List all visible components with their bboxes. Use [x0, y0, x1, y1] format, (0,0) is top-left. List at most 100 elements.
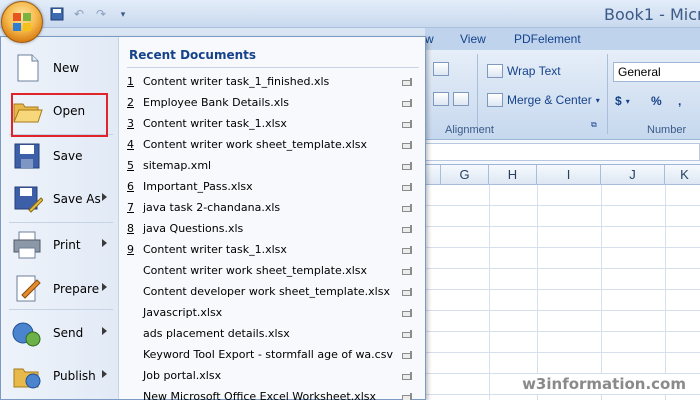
recent-document-item[interactable]: 6 Important_Pass.xlsx: [127, 176, 419, 197]
wrap-text-button[interactable]: Wrap Text: [487, 64, 561, 78]
pin-icon[interactable]: [401, 140, 415, 150]
submenu-arrow-icon: [102, 327, 107, 335]
prepare-label: Prepare: [53, 282, 100, 296]
publish-icon: [11, 360, 43, 392]
pin-icon[interactable]: [401, 329, 415, 339]
save-label: Save: [53, 149, 83, 163]
recent-document-item[interactable]: 2 Employee Bank Details.xls: [127, 92, 419, 113]
recent-document-number: 8: [127, 222, 134, 235]
tab-pdfelement[interactable]: PDFelement: [514, 32, 581, 46]
worksheet-grid[interactable]: G H I J K: [425, 165, 700, 400]
indent-buttons[interactable]: [433, 92, 469, 106]
comma-button[interactable]: ,: [678, 94, 681, 108]
menu-item-publish[interactable]: Publish: [5, 355, 117, 397]
pin-icon[interactable]: [401, 245, 415, 255]
column-header-g[interactable]: G: [441, 165, 489, 185]
column-header-k[interactable]: K: [665, 165, 700, 185]
wrap-text-icon: [487, 64, 503, 78]
pin-icon[interactable]: [401, 77, 415, 87]
menu-item-print[interactable]: Print: [5, 224, 117, 266]
watermark: w3information.com: [516, 374, 692, 394]
recent-document-item[interactable]: 7 java task 2-chandana.xls: [127, 197, 419, 218]
pin-icon[interactable]: [401, 182, 415, 192]
pin-icon[interactable]: [401, 371, 415, 381]
grid-row: [425, 185, 700, 206]
recent-documents-title: Recent Documents: [129, 48, 257, 62]
recent-document-item[interactable]: 8 java Questions.xls: [127, 218, 419, 239]
currency-button[interactable]: $ ▾: [615, 94, 630, 108]
pin-icon[interactable]: [401, 98, 415, 108]
menu-item-send[interactable]: Send: [5, 312, 117, 354]
menu-divider: [9, 309, 113, 310]
pin-icon[interactable]: [401, 392, 415, 400]
menu-divider: [9, 222, 113, 223]
pin-icon[interactable]: [401, 350, 415, 360]
recent-document-item[interactable]: 1 Content writer task_1_finished.xls: [127, 71, 419, 92]
comma-label: ,: [678, 94, 682, 108]
number-format-select[interactable]: General: [613, 62, 700, 82]
recent-document-item[interactable]: 9 Content writer task_1.xlsx: [127, 239, 419, 260]
office-logo-icon: [13, 13, 31, 31]
recent-document-name: Content writer work sheet_template.xlsx: [143, 264, 368, 277]
divider: [477, 54, 478, 134]
pin-icon[interactable]: [401, 287, 415, 297]
save-as-icon: [11, 183, 44, 215]
column-header[interactable]: [425, 165, 441, 185]
grid-row: [425, 269, 700, 290]
grid-row: [425, 290, 700, 311]
undo-icon[interactable]: ↶: [70, 5, 88, 23]
chevron-down-icon: ▾: [625, 96, 630, 106]
pin-icon[interactable]: [401, 224, 415, 234]
recent-document-item[interactable]: 4 Content writer work sheet_template.xlsx: [127, 134, 419, 155]
grid-row: [425, 332, 700, 353]
recent-document-item[interactable]: 3 Content writer task_1.xlsx: [127, 113, 419, 134]
office-menu: New Open Save Save As Print Prepare Send…: [0, 36, 426, 400]
column-header-j[interactable]: J: [601, 165, 665, 185]
recent-document-name: java task 2-chandana.xls: [143, 201, 281, 214]
pin-icon[interactable]: [401, 119, 415, 129]
recent-documents-pane: Recent Documents 1 Content writer task_1_…: [119, 37, 425, 400]
column-header-i[interactable]: I: [537, 165, 601, 185]
currency-label: $: [615, 94, 622, 108]
formula-input[interactable]: [425, 143, 700, 161]
recent-document-name: Job portal.xlsx: [143, 369, 222, 382]
recent-document-number: 7: [127, 201, 134, 214]
orientation-button[interactable]: [433, 62, 449, 76]
recent-document-number: 4: [127, 138, 134, 151]
menu-item-save-as[interactable]: Save As: [5, 178, 117, 220]
recent-document-item[interactable]: Job portal.xlsx: [127, 365, 419, 386]
recent-document-item[interactable]: Content developer work sheet_template.xl…: [127, 281, 419, 302]
pin-icon[interactable]: [401, 161, 415, 171]
menu-item-prepare[interactable]: Prepare: [5, 268, 117, 310]
grid-col: [489, 185, 490, 400]
recent-document-item[interactable]: Content writer work sheet_template.xlsx: [127, 260, 419, 281]
recent-document-item[interactable]: 5 sitemap.xml: [127, 155, 419, 176]
column-header-h[interactable]: H: [489, 165, 537, 185]
tab-view[interactable]: View: [460, 32, 486, 46]
menu-item-new[interactable]: New: [5, 47, 117, 89]
percent-button[interactable]: %: [651, 94, 662, 108]
recent-document-item[interactable]: Keyword Tool Export - stormfall age of w…: [127, 344, 419, 365]
send-label: Send: [53, 326, 84, 340]
pin-icon[interactable]: [401, 266, 415, 276]
recent-document-item[interactable]: Javascript.xlsx: [127, 302, 419, 323]
print-label: Print: [53, 238, 81, 252]
percent-label: %: [651, 94, 662, 108]
customize-qat-icon[interactable]: ▾: [114, 5, 132, 23]
recent-document-name: ads placement details.xlsx: [143, 327, 290, 340]
save-icon[interactable]: [48, 5, 66, 23]
redo-icon[interactable]: ↷: [92, 5, 110, 23]
merge-center-button[interactable]: Merge & Center ▾: [487, 93, 600, 107]
divider: [607, 54, 608, 134]
alignment-dialog-launcher-icon[interactable]: ⧉: [591, 120, 597, 130]
recent-document-name: Content writer task_1.xlsx: [143, 117, 287, 130]
tab-review[interactable]: w: [425, 32, 434, 46]
office-button[interactable]: [1, 1, 43, 43]
pin-icon[interactable]: [401, 308, 415, 318]
pin-icon[interactable]: [401, 203, 415, 213]
recent-document-item[interactable]: New Microsoft Office Excel Worksheet.xls…: [127, 386, 419, 400]
recent-document-item[interactable]: ads placement details.xlsx: [127, 323, 419, 344]
recent-document-number: 2: [127, 96, 134, 109]
menu-item-save[interactable]: Save: [5, 135, 117, 177]
recent-document-name: Content writer work sheet_template.xlsx: [143, 138, 368, 151]
